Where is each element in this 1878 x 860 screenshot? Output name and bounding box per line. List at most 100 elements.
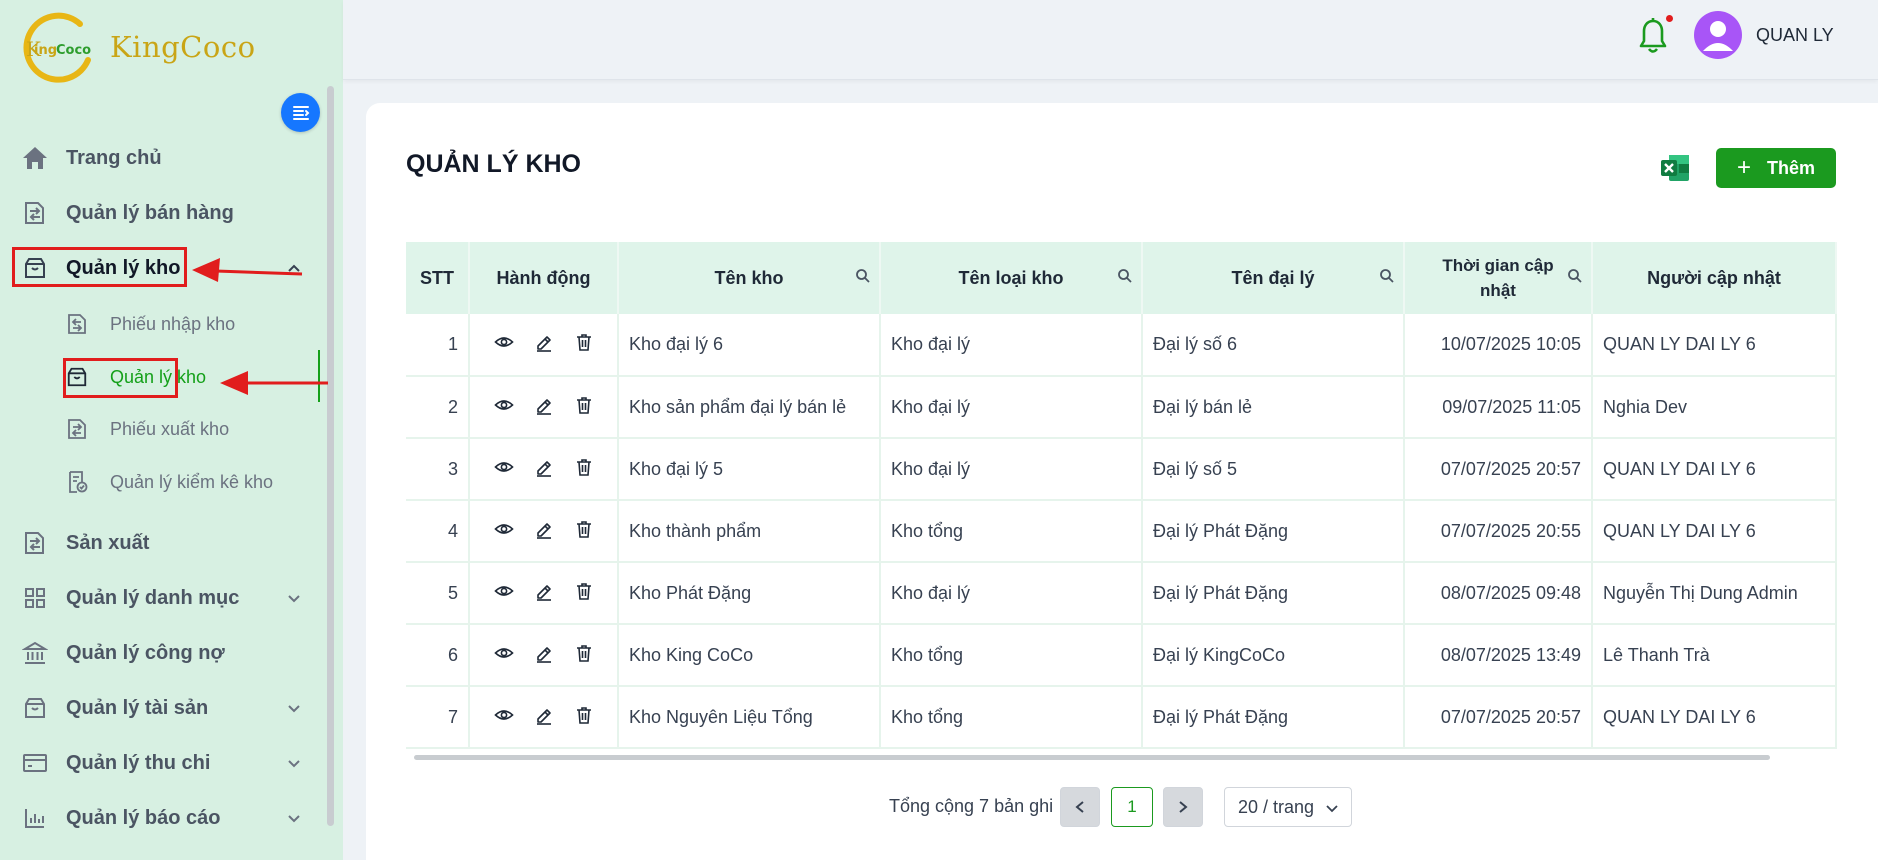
sidebar-item-assets[interactable]: Quản lý tài sản: [20, 690, 208, 726]
cell-updated-by: Nguyễn Thị Dung Admin: [1592, 562, 1837, 625]
avatar[interactable]: [1694, 11, 1742, 59]
prev-page-button[interactable]: [1060, 787, 1100, 827]
sidebar-item-reports[interactable]: Quản lý báo cáo: [20, 800, 220, 836]
view-icon[interactable]: [493, 705, 514, 725]
chevron-down-icon[interactable]: [286, 755, 302, 771]
chevron-down-icon[interactable]: [286, 590, 302, 606]
bell-icon[interactable]: [1637, 16, 1669, 56]
cell-updated-time: 07/07/2025 20:55: [1404, 500, 1593, 563]
brand-name: KingCoco: [110, 30, 256, 64]
table-row[interactable]: 3 Kho đại lý 5 Kho đại lý Đại lý số 5 07/07/…: [406, 438, 1837, 501]
sidebar-subitem-export[interactable]: Phiếu xuất kho: [64, 412, 229, 446]
delete-icon[interactable]: [574, 581, 594, 601]
cell-warehouse-type: Kho tổng: [880, 686, 1143, 749]
cell-warehouse-name: Kho Phát Đặng: [618, 562, 881, 625]
sidebar-item-label: Quản lý báo cáo: [66, 806, 221, 829]
sidebar-item-sales[interactable]: Quản lý bán hàng: [20, 195, 234, 231]
cell-stt: 2: [406, 376, 470, 439]
edit-icon[interactable]: [534, 457, 554, 477]
sidebar-item-income-expense[interactable]: Quản lý thu chi: [20, 745, 210, 781]
cell-updated-time: 07/07/2025 20:57: [1404, 438, 1593, 501]
user-name[interactable]: QUAN LY: [1756, 25, 1834, 46]
table-row[interactable]: 6 Kho King CoCo Kho tổng Đại lý KingCoCo 08/…: [406, 624, 1837, 687]
annotation-arrow: [220, 371, 328, 395]
sidebar-item-home[interactable]: Trang chủ: [20, 140, 162, 176]
page-number-button[interactable]: 1: [1111, 787, 1153, 827]
table-row[interactable]: 7 Kho Nguyên Liệu Tổng Kho tổng Đại lý Phát…: [406, 686, 1837, 749]
sidebar-subitem-label: Quản lý kiểm kê kho: [110, 471, 274, 492]
sidebar-item-label: Quản lý thu chi: [66, 751, 211, 774]
delete-icon[interactable]: [574, 395, 594, 415]
delete-icon[interactable]: [574, 457, 594, 477]
delete-icon[interactable]: [574, 643, 594, 663]
view-icon[interactable]: [493, 581, 514, 601]
sidebar-item-label: Sản xuất: [66, 531, 150, 554]
view-icon[interactable]: [493, 395, 514, 415]
cell-updated-time: 08/07/2025 13:49: [1404, 624, 1593, 687]
edit-icon[interactable]: [534, 332, 554, 352]
column-header-stt: STT: [406, 242, 470, 314]
logo[interactable]: ing Coco K KingCoco: [22, 10, 256, 84]
column-header-label: Tên đại lý: [1231, 267, 1315, 288]
delete-icon[interactable]: [574, 519, 594, 539]
view-icon[interactable]: [493, 519, 514, 539]
cell-agent: Đại lý số 5: [1142, 438, 1405, 501]
cell-stt: 7: [406, 686, 470, 749]
search-icon[interactable]: [1567, 268, 1583, 284]
pagination-total: Tổng cộng 7 bản ghi: [889, 796, 1054, 816]
cell-actions: [469, 500, 619, 563]
view-icon[interactable]: [493, 457, 514, 477]
cell-stt: 6: [406, 624, 470, 687]
sidebar-subitem-import[interactable]: Phiếu nhập kho: [64, 307, 235, 341]
sidebar-item-categories[interactable]: Quản lý danh mục: [20, 580, 239, 616]
edit-icon[interactable]: [534, 705, 554, 725]
sidebar-item-debt[interactable]: Quản lý công nợ: [20, 635, 225, 671]
column-header-label: STT: [420, 267, 454, 288]
chevron-right-icon: [1179, 801, 1188, 813]
edit-icon[interactable]: [534, 395, 554, 415]
column-header-updated-by: Người cập nhật: [1592, 242, 1837, 314]
edit-icon[interactable]: [534, 581, 554, 601]
chevron-down-icon[interactable]: [286, 810, 302, 826]
table-row[interactable]: 5 Kho Phát Đặng Kho đại lý Đại lý Phát Đặng…: [406, 562, 1837, 625]
grid-icon: [20, 583, 50, 613]
column-header-updated-time: Thời gian cập nhật: [1404, 242, 1593, 314]
view-icon[interactable]: [493, 643, 514, 663]
chevron-down-icon[interactable]: [286, 700, 302, 716]
sidebar-subitem-inventory-check[interactable]: Quản lý kiểm kê kho: [64, 465, 273, 499]
box-icon: [20, 693, 50, 723]
sidebar-scrollbar[interactable]: [327, 86, 334, 826]
cell-agent: Đại lý KingCoCo: [1142, 624, 1405, 687]
sidebar-item-label: Trang chủ: [66, 146, 162, 169]
collapse-sidebar-button[interactable]: [281, 93, 320, 132]
search-icon[interactable]: [855, 268, 871, 284]
column-header-label: Tên loại kho: [958, 267, 1064, 288]
cell-warehouse-type: Kho đại lý: [880, 562, 1143, 625]
table-row[interactable]: 2 Kho sản phẩm đại lý bán lẻ Kho đại lý Đại…: [406, 376, 1837, 439]
excel-export-icon[interactable]: [1659, 152, 1691, 184]
cell-warehouse-name: Kho King CoCo: [618, 624, 881, 687]
column-header-label: Tên kho: [714, 267, 784, 288]
cell-warehouse-type: Kho đại lý: [880, 438, 1143, 501]
cell-warehouse-name: Kho sản phẩm đại lý bán lẻ: [618, 376, 881, 439]
cell-updated-time: 09/07/2025 11:05: [1404, 376, 1593, 439]
page-size-select[interactable]: 20 / trang: [1224, 787, 1352, 827]
search-icon[interactable]: [1117, 268, 1133, 284]
view-icon[interactable]: [493, 332, 514, 352]
table-row[interactable]: 1 Kho đại lý 6 Kho đại lý Đại lý số 6 10/07/…: [406, 314, 1837, 377]
search-icon[interactable]: [1379, 268, 1395, 284]
next-page-button[interactable]: [1163, 787, 1203, 827]
cell-updated-time: 10/07/2025 10:05: [1404, 314, 1593, 377]
add-button[interactable]: + Thêm: [1716, 148, 1836, 188]
sidebar-item-production[interactable]: Sản xuất: [20, 525, 149, 561]
cell-actions: [469, 686, 619, 749]
edit-icon[interactable]: [534, 519, 554, 539]
delete-icon[interactable]: [574, 332, 594, 352]
delete-icon[interactable]: [574, 705, 594, 725]
edit-icon[interactable]: [534, 643, 554, 663]
column-header-actions: Hành động: [469, 242, 619, 314]
table-body: 1 Kho đại lý 6 Kho đại lý Đại lý số 6 10/07/…: [406, 314, 1837, 749]
table-row[interactable]: 4 Kho thành phẩm Kho tổng Đại lý Phát Đặng 0…: [406, 500, 1837, 563]
table-horizontal-scrollbar[interactable]: [414, 755, 1770, 760]
cell-actions: [469, 438, 619, 501]
